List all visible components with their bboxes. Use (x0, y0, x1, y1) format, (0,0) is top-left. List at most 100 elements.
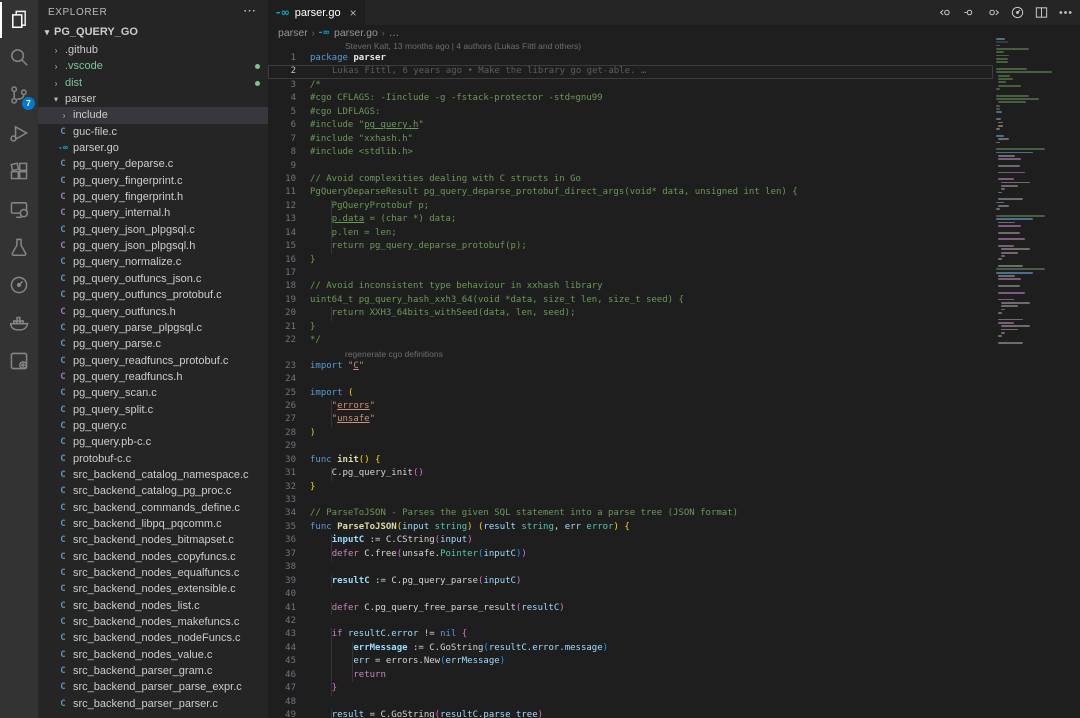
activity-container-tools-button[interactable] (0, 342, 38, 380)
activity-docker-button[interactable] (0, 304, 38, 342)
editor-scrollbar[interactable] (1070, 25, 1080, 718)
tree-file-pg_query_fingerprint.h[interactable]: Cpg_query_fingerprint.h (38, 189, 268, 205)
tree-folder-dist[interactable]: ›dist (38, 75, 268, 91)
minimap-line (1001, 305, 1018, 307)
c-header-file-icon: C (58, 238, 68, 254)
tree-file-src_backend_libpq_pqcomm.c[interactable]: Csrc_backend_libpq_pqcomm.c (38, 516, 268, 532)
breadcrumb-item-0[interactable]: parser (278, 27, 308, 39)
tree-file-src_backend_nodes_value.c[interactable]: Csrc_backend_nodes_value.c (38, 647, 268, 663)
breadcrumb-item-1[interactable]: parser.go (334, 27, 378, 39)
minimap-line (1001, 255, 1005, 257)
close-icon[interactable]: × (350, 6, 357, 20)
tree-file-src_backend_commands_define.c[interactable]: Csrc_backend_commands_define.c (38, 500, 268, 516)
chevron-down-icon: ▾ (41, 24, 53, 41)
tree-file-src_backend_nodes_nodeFuncs.c[interactable]: Csrc_backend_nodes_nodeFuncs.c (38, 630, 268, 646)
tree-file-pg_query_outfuncs_json.c[interactable]: Cpg_query_outfuncs_json.c (38, 271, 268, 287)
activity-testing-button[interactable] (0, 228, 38, 266)
tab-parser-go[interactable]: -∞ parser.go × (268, 0, 365, 25)
tree-file-pg_query_internal.h[interactable]: Cpg_query_internal.h (38, 205, 268, 221)
activity-search-button[interactable] (0, 38, 38, 76)
editor-group: -∞ parser.go × parser›-∞parser.go›… Stev… (268, 0, 1080, 718)
tree-file-src_backend_nodes_equalfuncs.c[interactable]: Csrc_backend_nodes_equalfuncs.c (38, 565, 268, 581)
tree-item-label: pg_query_scan.c (73, 385, 157, 401)
tree-folder-.github[interactable]: ›.github (38, 42, 268, 58)
tree-file-src_backend_nodes_list.c[interactable]: Csrc_backend_nodes_list.c (38, 598, 268, 614)
activity-extensions-button[interactable] (0, 152, 38, 190)
tree-file-pg_query_readfuncs.h[interactable]: Cpg_query_readfuncs.h (38, 369, 268, 385)
tree-file-pg_query.c[interactable]: Cpg_query.c (38, 418, 268, 434)
code-line-27: 27 "unsafe" (268, 413, 993, 426)
tree-root-pg-query-go[interactable]: ▾ PG_QUERY_GO (38, 24, 268, 41)
codelens-annotation[interactable]: regenerate cgo definitions (268, 348, 993, 360)
file-tree: ›.github›.vscode›dist▾parser›includeCguc… (38, 42, 268, 712)
minimap-line (998, 299, 1014, 301)
tree-file-pg_query_fingerprint.c[interactable]: Cpg_query_fingerprint.c (38, 173, 268, 189)
activity-explorer-button[interactable] (0, 0, 38, 38)
tree-file-pg_query_json_plpgsql.h[interactable]: Cpg_query_json_plpgsql.h (38, 238, 268, 254)
tree-file-pg_query_outfuncs.h[interactable]: Cpg_query_outfuncs.h (38, 304, 268, 320)
tree-file-pg_query.pb-c.c[interactable]: Cpg_query.pb-c.c (38, 434, 268, 450)
line-number: 6 (268, 119, 296, 132)
tree-file-pg_query_readfuncs_protobuf.c[interactable]: Cpg_query_readfuncs_protobuf.c (38, 353, 268, 369)
minimap-line (996, 118, 1001, 120)
tree-file-pg_query_split.c[interactable]: Cpg_query_split.c (38, 402, 268, 418)
minimap-line (998, 81, 1005, 83)
tree-item-label: pg_query_normalize.c (73, 254, 181, 270)
minimap-line (998, 258, 1002, 260)
code-line-text: inputC := C.CString(input) (310, 534, 473, 547)
c-file-icon: C (58, 467, 68, 483)
previous-change-button[interactable] (936, 4, 954, 22)
code-line-text: result = C.GoString(resultC.parse_tree) (310, 709, 543, 718)
more-actions-button[interactable] (1056, 4, 1074, 22)
activity-gitlens-button[interactable] (0, 266, 38, 304)
tree-file-src_backend_nodes_copyfuncs.c[interactable]: Csrc_backend_nodes_copyfuncs.c (38, 549, 268, 565)
code-line-text: defer C.pg_query_free_parse_result(resul… (310, 602, 565, 615)
activity-remote-explorer-button[interactable] (0, 190, 38, 228)
line-number: 25 (268, 387, 296, 400)
tree-file-src_backend_parser_parser.c[interactable]: Csrc_backend_parser_parser.c (38, 696, 268, 712)
tree-file-pg_query_deparse.c[interactable]: Cpg_query_deparse.c (38, 156, 268, 172)
codelens-annotation[interactable]: Steven Kalt, 13 months ago | 4 authors (… (268, 40, 993, 52)
tree-folder-.vscode[interactable]: ›.vscode (38, 58, 268, 74)
c-file-icon: C (58, 679, 68, 695)
testing-icon (8, 236, 30, 258)
tree-file-pg_query_normalize.c[interactable]: Cpg_query_normalize.c (38, 254, 268, 270)
minimap-line (998, 198, 1022, 200)
tree-folder-include[interactable]: ›include (38, 107, 268, 123)
gitlens-button[interactable] (1008, 4, 1026, 22)
next-change-button[interactable] (984, 4, 1002, 22)
tree-file-guc-file.c[interactable]: Cguc-file.c (38, 124, 268, 140)
minimap-line (996, 128, 1000, 130)
activity-run-and-debug-button[interactable] (0, 114, 38, 152)
tree-file-src_backend_catalog_pg_proc.c[interactable]: Csrc_backend_catalog_pg_proc.c (38, 483, 268, 499)
tree-file-pg_query_json_plpgsql.c[interactable]: Cpg_query_json_plpgsql.c (38, 222, 268, 238)
open-changes-button[interactable] (960, 4, 978, 22)
breadcrumb-item-2[interactable]: … (389, 27, 400, 39)
tree-file-pg_query_parse_plpgsql.c[interactable]: Cpg_query_parse_plpgsql.c (38, 320, 268, 336)
line-number: 14 (268, 227, 296, 240)
tree-file-src_backend_catalog_namespace.c[interactable]: Csrc_backend_catalog_namespace.c (38, 467, 268, 483)
tree-folder-parser[interactable]: ▾parser (38, 91, 268, 107)
tree-file-src_backend_parser_gram.c[interactable]: Csrc_backend_parser_gram.c (38, 663, 268, 679)
tree-item-label: pg_query_internal.h (73, 205, 170, 221)
minimap-line (1001, 302, 1030, 304)
c-file-icon: C (58, 630, 68, 646)
tree-file-pg_query_scan.c[interactable]: Cpg_query_scan.c (38, 385, 268, 401)
tree-file-parser.go[interactable]: -∞parser.go (38, 140, 268, 156)
tree-file-pg_query_parse.c[interactable]: Cpg_query_parse.c (38, 336, 268, 352)
chevron-right-icon: › (51, 42, 61, 58)
tree-file-src_backend_parser_parse_expr.c[interactable]: Csrc_backend_parser_parse_expr.c (38, 679, 268, 695)
code-editor[interactable]: Steven Kalt, 13 months ago | 4 authors (… (268, 40, 993, 718)
tree-file-src_backend_nodes_extensible.c[interactable]: Csrc_backend_nodes_extensible.c (38, 581, 268, 597)
line-number: 8 (268, 146, 296, 159)
tree-file-src_backend_nodes_makefuncs.c[interactable]: Csrc_backend_nodes_makefuncs.c (38, 614, 268, 630)
activity-source-control-button[interactable]: 7 (0, 76, 38, 114)
minimap[interactable] (993, 38, 1070, 718)
tree-file-src_backend_nodes_bitmapset.c[interactable]: Csrc_backend_nodes_bitmapset.c (38, 532, 268, 548)
views-more-actions-icon[interactable]: ⋯ (243, 3, 256, 19)
split-editor-button[interactable] (1032, 4, 1050, 22)
tree-file-pg_query_outfuncs_protobuf.c[interactable]: Cpg_query_outfuncs_protobuf.c (38, 287, 268, 303)
tree-item-label: src_backend_nodes_copyfuncs.c (73, 549, 236, 565)
minimap-line (998, 278, 1020, 280)
tree-file-protobuf-c.c[interactable]: Cprotobuf-c.c (38, 451, 268, 467)
